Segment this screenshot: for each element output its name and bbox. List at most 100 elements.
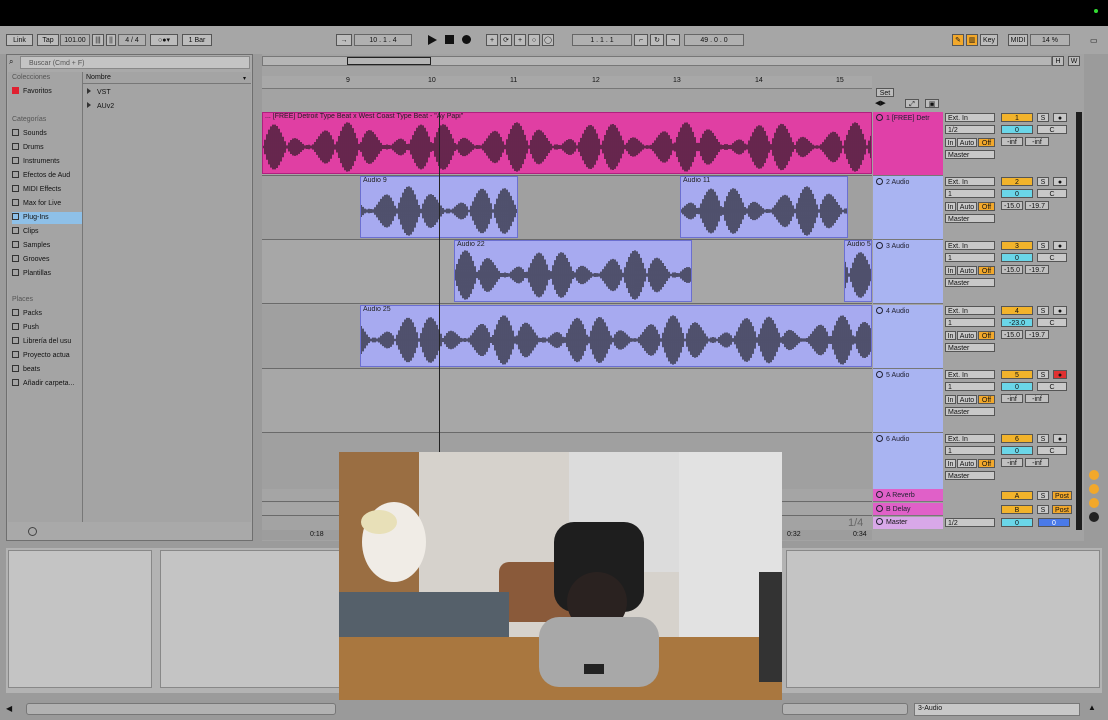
sidebar-place-5[interactable]: Añadir carpeta...: [12, 378, 82, 390]
output-select[interactable]: Master: [945, 150, 995, 159]
sidebar-item-samples[interactable]: Samples: [12, 240, 82, 252]
output-select[interactable]: Master: [945, 278, 995, 287]
arrangement-position-field[interactable]: 10 . 1 . 4: [354, 34, 412, 46]
output-select[interactable]: Master: [945, 214, 995, 223]
monitor-in-button[interactable]: In: [945, 331, 956, 340]
metronome-icon[interactable]: |||: [92, 34, 104, 46]
volume-field[interactable]: 0: [1001, 382, 1033, 391]
sidebar-item-instruments[interactable]: Instruments: [12, 156, 82, 168]
info-scrollbar[interactable]: [26, 703, 336, 715]
key-map-button[interactable]: Key: [980, 34, 998, 46]
sort-icon[interactable]: ▾: [243, 75, 246, 82]
sidebar-item-midi-effects[interactable]: MIDI Effects: [12, 184, 82, 196]
monitor-auto-button[interactable]: Auto: [957, 266, 977, 275]
track-lane[interactable]: ... [FREE] Detroit Type Beat x West Coas…: [262, 112, 872, 176]
input-type-select[interactable]: Ext. In: [945, 177, 995, 186]
input-type-select[interactable]: Ext. In: [945, 241, 995, 250]
master-track-header[interactable]: Master: [873, 517, 943, 529]
return-solo-button[interactable]: S: [1037, 491, 1049, 500]
monitor-off-button[interactable]: Off: [978, 202, 995, 211]
scroll-left-icon[interactable]: ◀: [6, 704, 16, 714]
input-channel-select[interactable]: 1/2: [945, 125, 995, 134]
sidebar-item-plantillas[interactable]: Plantillas: [12, 268, 82, 280]
input-type-select[interactable]: Ext. In: [945, 370, 995, 379]
overview-icon[interactable]: ▭: [1090, 36, 1098, 45]
device-view-area[interactable]: [786, 550, 1100, 688]
beat-ruler[interactable]: 9 10 11 12 13 14 15: [262, 76, 872, 89]
solo-button[interactable]: S: [1037, 434, 1049, 443]
audio-clip[interactable]: Audio 11: [680, 176, 848, 238]
w-button[interactable]: W: [1068, 56, 1080, 66]
monitor-off-button[interactable]: Off: [978, 459, 995, 468]
monitor-in-button[interactable]: In: [945, 459, 956, 468]
lock-icon[interactable]: ▣: [925, 99, 939, 108]
return-activator[interactable]: B: [1001, 505, 1033, 514]
monitor-auto-button[interactable]: Auto: [957, 331, 977, 340]
monitor-off-button[interactable]: Off: [978, 138, 995, 147]
fold-icon[interactable]: ⤢: [905, 99, 919, 108]
return-post-button[interactable]: Post: [1052, 491, 1072, 500]
track-lane[interactable]: [262, 369, 872, 433]
sidebar-item-sounds[interactable]: Sounds: [12, 128, 82, 140]
sidebar-place-1[interactable]: Push: [12, 322, 82, 334]
volume-field[interactable]: 0: [1001, 189, 1033, 198]
sidebar-item-favorites[interactable]: Favoritos: [12, 86, 82, 98]
track-header[interactable]: 3 Audio: [873, 240, 943, 304]
loop-start-field[interactable]: 1 . 1 . 1: [572, 34, 632, 46]
h-button[interactable]: H: [1052, 56, 1064, 66]
record-icon[interactable]: [462, 35, 471, 44]
preview-icon[interactable]: [28, 527, 37, 536]
overdub-icon[interactable]: +: [486, 34, 498, 46]
monitor-in-button[interactable]: In: [945, 138, 956, 147]
sidebar-item-grooves[interactable]: Grooves: [12, 254, 82, 266]
sidebar-place-0[interactable]: Packs: [12, 308, 82, 320]
sidebar-place-2[interactable]: Librería del usu: [12, 336, 82, 348]
quantize-select[interactable]: 1 Bar: [182, 34, 212, 46]
view-switcher[interactable]: 3-Audio: [914, 703, 1080, 716]
master-pan[interactable]: 0: [1038, 518, 1070, 527]
locator-nav-icon[interactable]: ◀▶: [875, 99, 886, 107]
tap-button[interactable]: Tap: [37, 34, 59, 46]
monitor-auto-button[interactable]: Auto: [957, 138, 977, 147]
sidebar-place-3[interactable]: Proyecto actua: [12, 350, 82, 362]
time-signature-field[interactable]: 4 / 4: [118, 34, 146, 46]
sidebar-item-efectos-de-aud[interactable]: Efectos de Aud: [12, 170, 82, 182]
sidebar-place-4[interactable]: beats: [12, 364, 82, 376]
output-select[interactable]: Master: [945, 407, 995, 416]
output-select[interactable]: Master: [945, 471, 995, 480]
monitor-in-button[interactable]: In: [945, 202, 956, 211]
midi-map-button[interactable]: MIDI: [1008, 34, 1028, 46]
overview-viewport[interactable]: [347, 57, 431, 65]
track-lane[interactable]: Audio 25: [262, 305, 872, 369]
return-activator[interactable]: A: [1001, 491, 1033, 500]
punch-out-icon[interactable]: ¬: [666, 34, 680, 46]
audio-clip[interactable]: Audio 22: [454, 240, 692, 302]
solo-button[interactable]: S: [1037, 370, 1049, 379]
nudge-icon[interactable]: ||: [106, 34, 116, 46]
sidebar-item-max-for-live[interactable]: Max for Live: [12, 198, 82, 210]
pan-field[interactable]: C: [1037, 253, 1067, 262]
track-header[interactable]: 2 Audio: [873, 176, 943, 240]
sidebar-item-plug-ins[interactable]: Plug-Ins: [12, 212, 82, 224]
volume-field[interactable]: 0: [1001, 125, 1033, 134]
track-activator[interactable]: 3: [1001, 241, 1033, 250]
track-activator[interactable]: 5: [1001, 370, 1033, 379]
input-channel-select[interactable]: 1: [945, 189, 995, 198]
output-select[interactable]: Master: [945, 343, 995, 352]
input-type-select[interactable]: Ext. In: [945, 113, 995, 122]
sidebar-item-clips[interactable]: Clips: [12, 226, 82, 238]
track-fold-icon[interactable]: [876, 242, 883, 249]
track-lane[interactable]: Audio 22 Audio 5: [262, 240, 872, 304]
arm-icon[interactable]: ●: [1053, 370, 1067, 379]
pan-field[interactable]: C: [1037, 189, 1067, 198]
track-activator[interactable]: 6: [1001, 434, 1033, 443]
monitor-auto-button[interactable]: Auto: [957, 459, 977, 468]
solo-button[interactable]: S: [1037, 177, 1049, 186]
track-header[interactable]: 1 [FREE] Detr: [873, 112, 943, 176]
track-fold-icon[interactable]: [876, 178, 883, 185]
punch-icon[interactable]: ◯: [542, 34, 554, 46]
arm-icon[interactable]: ●: [1053, 177, 1067, 186]
pan-field[interactable]: C: [1037, 382, 1067, 391]
monitor-auto-button[interactable]: Auto: [957, 395, 977, 404]
browser-item-auv2[interactable]: AUv2: [87, 102, 114, 110]
